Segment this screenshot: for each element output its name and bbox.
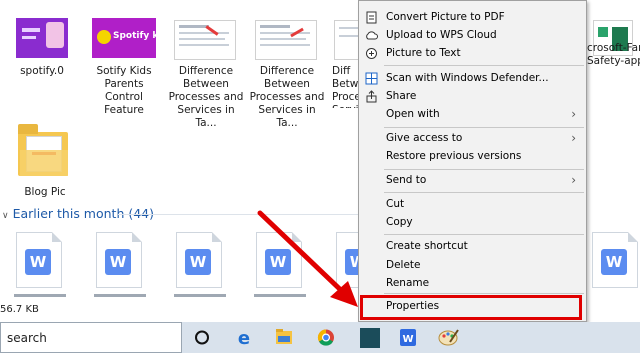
folder-icon — [18, 124, 68, 176]
document-icon: W — [176, 232, 222, 288]
cortana-button[interactable] — [182, 322, 222, 353]
menu-item-rename[interactable]: Rename — [359, 273, 586, 294]
menu-item-copy[interactable]: Copy — [359, 212, 586, 233]
file-item-spotify-kids[interactable]: Spotify kids Sotify Kids Parents Control… — [84, 8, 173, 116]
svg-text:e: e — [238, 328, 250, 349]
wps-button[interactable]: W — [388, 322, 428, 353]
menu-item-create-shortcut[interactable]: Create shortcut — [359, 236, 586, 257]
menu-item-restore-previous-versions[interactable]: Restore previous versions — [359, 146, 586, 167]
file-item-spotify[interactable]: spotify.0 — [2, 8, 82, 78]
taskbar-search-box[interactable]: search — [0, 322, 182, 353]
app-button[interactable] — [350, 322, 390, 353]
defender-icon — [365, 72, 378, 85]
text-icon — [366, 48, 377, 59]
spotify-kids-logo-text: Spotify kids — [113, 31, 174, 41]
folder-caption: Blog Pic — [24, 186, 66, 198]
file-item-difference-1[interactable]: Difference Between Processes and Service… — [166, 8, 246, 129]
chevron-down-icon: ∨ — [2, 211, 9, 221]
spotify-kids-thumbnail: Spotify kids — [92, 18, 173, 58]
menu-separator — [384, 192, 584, 193]
cloud-icon — [366, 31, 378, 40]
document-icon: W — [592, 232, 638, 288]
menu-item-open-with[interactable]: Open with › — [359, 104, 586, 125]
edge-icon: e — [238, 328, 250, 349]
file-item-doc[interactable]: W — [170, 228, 230, 298]
chevron-right-icon: › — [571, 173, 576, 187]
screenshot-thumbnail — [334, 20, 358, 60]
menu-separator — [384, 293, 584, 294]
chrome-button[interactable] — [306, 322, 346, 353]
paint-icon — [438, 329, 459, 346]
file-caption: Sotify Kids Parents Control Feature — [96, 65, 152, 116]
document-icon: W — [96, 232, 142, 288]
wps-icon: W — [400, 329, 416, 346]
menu-separator — [384, 65, 584, 66]
wps-badge: W — [601, 249, 627, 275]
search-label: search — [7, 331, 47, 345]
folder-item-blog-pic[interactable]: Blog Pic — [10, 118, 80, 202]
menu-item-picture-to-text[interactable]: Picture to Text — [359, 43, 586, 64]
app-icon — [360, 328, 380, 348]
share-icon — [366, 90, 377, 103]
pdf-icon — [366, 11, 377, 24]
svg-text:W: W — [402, 334, 413, 345]
file-item-doc[interactable]: W — [90, 228, 150, 298]
chrome-icon — [317, 329, 334, 346]
wps-badge: W — [105, 249, 131, 275]
edge-button[interactable]: e — [224, 322, 264, 353]
document-icon: W — [16, 232, 62, 288]
file-item-family-safety[interactable]: crosoft-Fam Safety-app — [587, 8, 640, 88]
screenshot-thumbnail — [174, 20, 236, 60]
file-caption: Difference Between Processes and Service… — [249, 65, 325, 129]
annotation-arrow — [257, 210, 358, 307]
menu-separator — [384, 234, 584, 235]
paint-button[interactable] — [428, 322, 468, 353]
chevron-right-icon: › — [571, 107, 576, 121]
file-explorer-icon — [276, 329, 292, 344]
menu-item-send-to[interactable]: Send to › — [359, 170, 586, 191]
file-item-difference-3[interactable]: Diff Betw Proce Servi — [330, 8, 358, 108]
file-caption: Diff Betw Proce Servi — [332, 65, 358, 108]
image-thumbnail — [16, 18, 68, 58]
cortana-icon — [195, 330, 209, 345]
wps-badge: W — [185, 249, 211, 275]
file-caption: crosoft-Fam Safety-app — [587, 42, 640, 67]
file-caption: Difference Between Processes and Service… — [168, 65, 244, 129]
wps-badge: W — [25, 249, 51, 275]
file-caption: spotify.0 — [20, 65, 64, 77]
status-file-size: 56.7 KB — [0, 304, 39, 315]
file-explorer-button[interactable] — [264, 322, 304, 353]
properties-highlight-box — [360, 295, 582, 320]
file-item-difference-2[interactable]: Difference Between Processes and Service… — [247, 8, 327, 129]
file-item-doc[interactable]: W — [10, 228, 70, 298]
context-menu: Convert Picture to PDF Upload to WPS Clo… — [358, 0, 587, 322]
chevron-right-icon: › — [571, 131, 576, 145]
screenshot-thumbnail — [255, 20, 317, 60]
file-item-doc[interactable]: W — [588, 228, 640, 298]
